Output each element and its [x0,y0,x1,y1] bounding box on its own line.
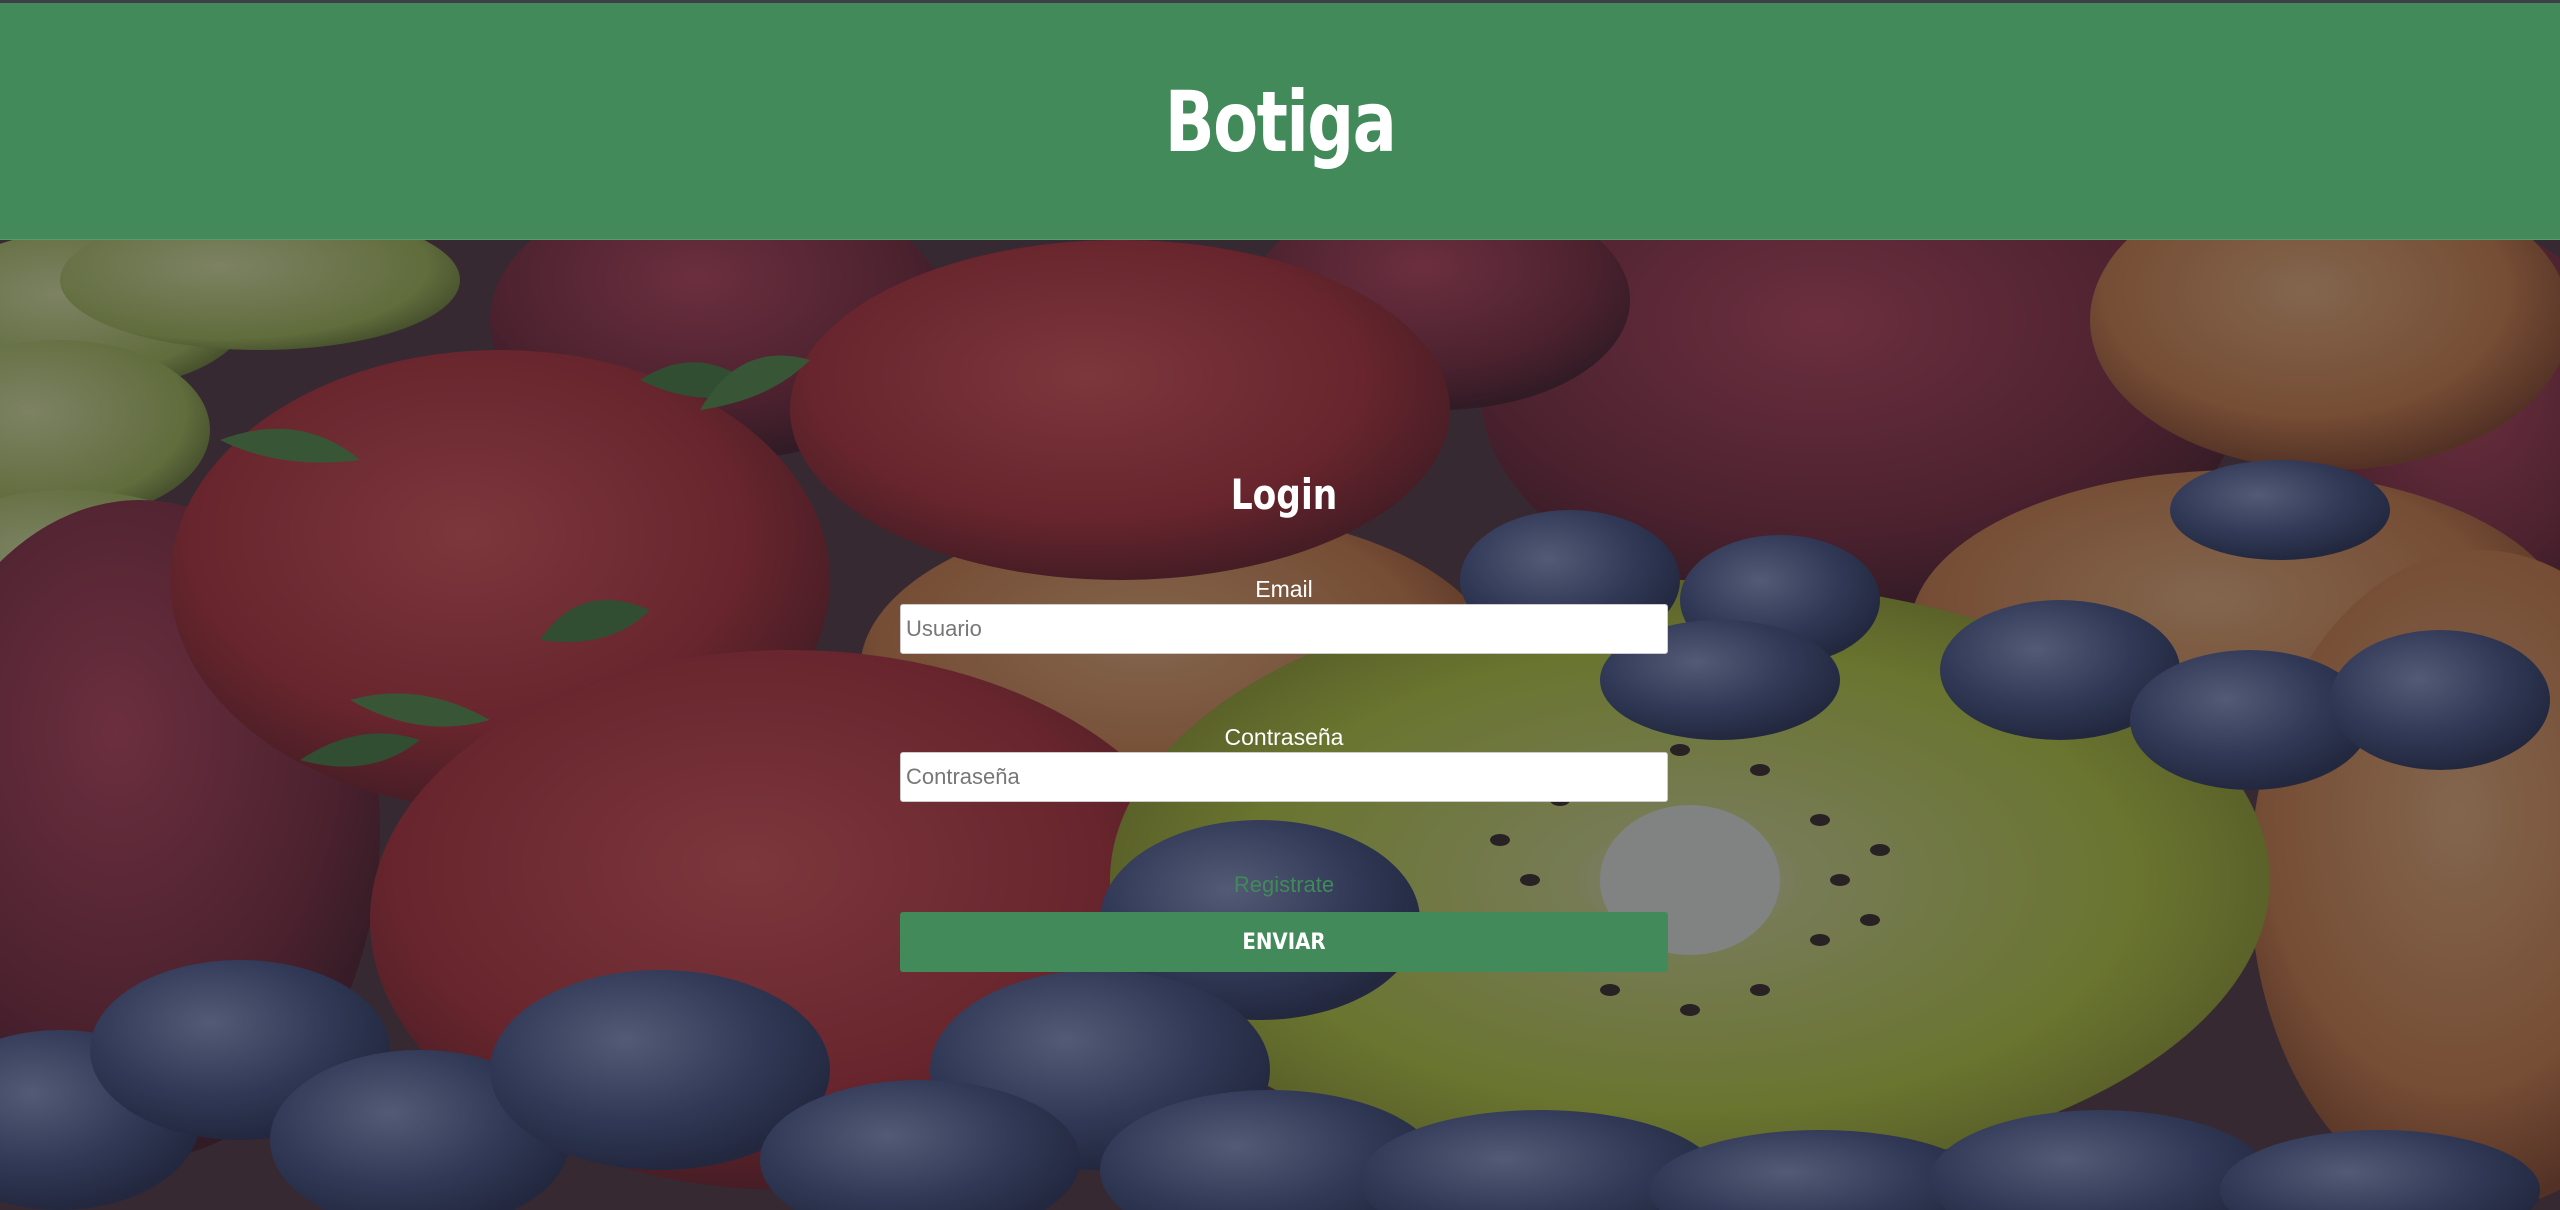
site-header: Botiga [0,0,2560,240]
login-form: Login Email Contraseña Registrate ENVIAR [900,460,1668,972]
email-label: Email [1255,576,1313,602]
register-link[interactable]: Registrate [1234,870,1334,900]
password-label: Contraseña [1224,724,1344,750]
brand-title: Botiga [1164,73,1397,171]
email-input[interactable] [900,604,1668,654]
login-title: Login [1230,470,1338,519]
submit-button[interactable]: ENVIAR [900,912,1668,972]
password-input[interactable] [900,752,1668,802]
